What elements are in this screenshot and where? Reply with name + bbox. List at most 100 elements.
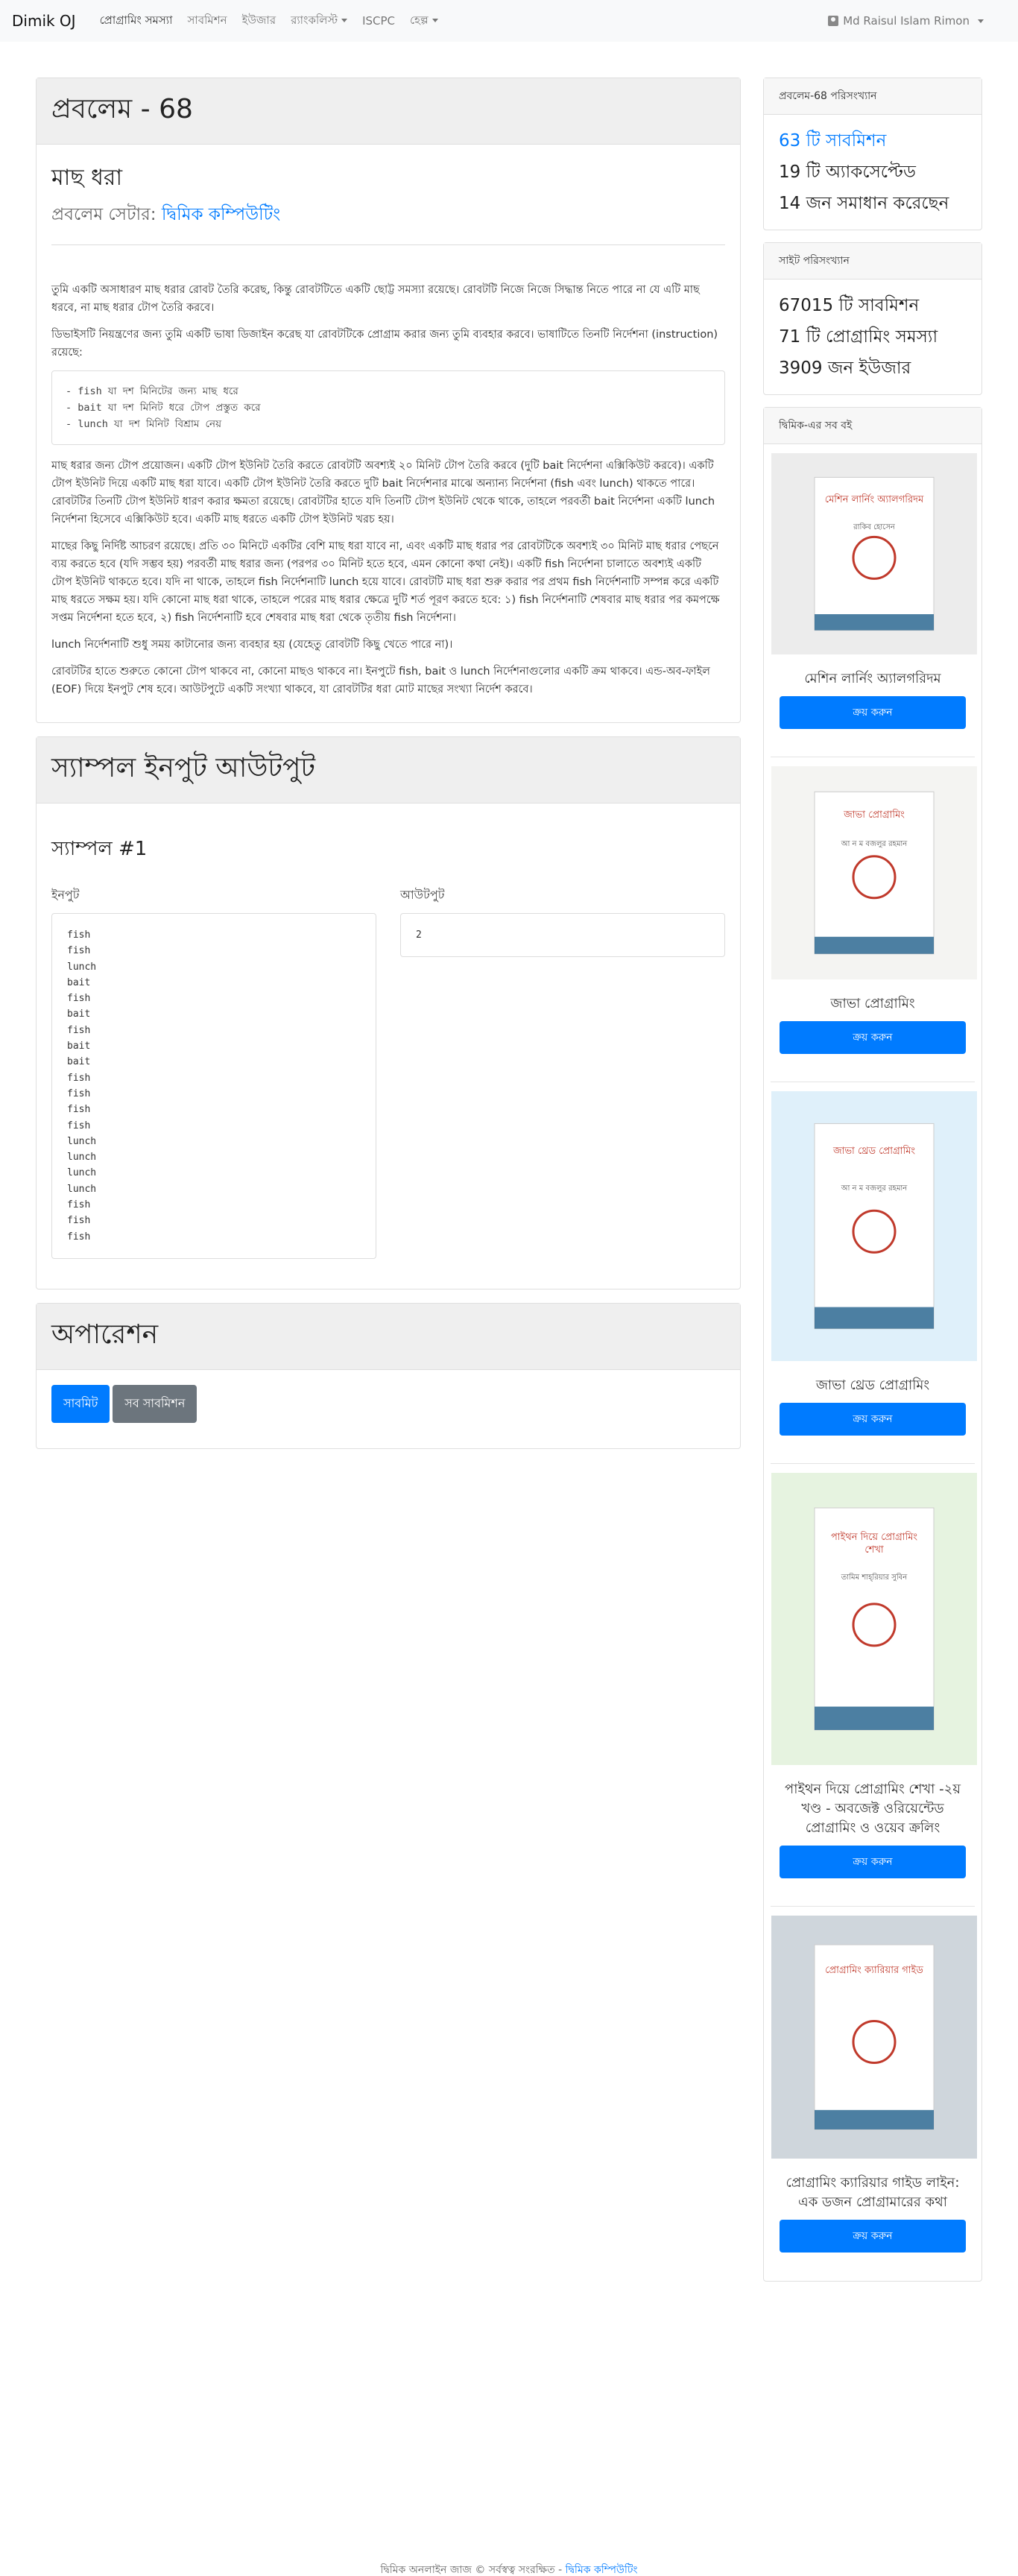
footer-link[interactable]: দ্বিমিক কম্পিউটিং xyxy=(566,2564,638,2576)
statement-paragraph: রোবটটির হাতে শুরুতে কোনো টোপ থাকবে না, ক… xyxy=(51,666,710,695)
input-line: fish xyxy=(67,1215,91,1227)
book-title: জাভা থ্রেড প্রোগ্রামিং xyxy=(815,1377,930,1393)
sample-output-box[interactable]: 2 xyxy=(400,913,725,958)
input-line: fish xyxy=(67,1231,91,1243)
sample-title: স্যাম্পল #1 xyxy=(51,838,148,860)
input-line: lunch xyxy=(67,1135,97,1147)
problem-card: প্রবলেম - 68 মাছ ধরা প্রবলেম সেটার: দ্বি… xyxy=(36,78,741,723)
samples-card: স্যাম্পল ইনপুট আউটপুট স্যাম্পল #1 ইনপুট … xyxy=(36,736,741,1289)
problem-header: প্রবলেম - 68 xyxy=(37,78,740,145)
book-item: প্রোগ্রামিং ক্যারিয়ার গাইড প্রোগ্রামিং ক… xyxy=(764,1907,981,2281)
stat-submissions-link[interactable]: 63 টি সাবমিশন xyxy=(779,125,967,157)
book-cover-title: প্রোগ্রামিং ক্যারিয়ার গাইড xyxy=(825,1965,923,1977)
input-line: fish xyxy=(67,1199,91,1211)
statement-paragraph: তুমি একটি অসাধারণ মাছ ধরার রোবট তৈরি করে… xyxy=(51,284,700,314)
nav-ranklist[interactable]: র‍্যাংকলিস্ট xyxy=(291,12,348,31)
book-divider xyxy=(771,1878,975,1907)
book-cover-title: পাইথন দিয়ে প্রোগ্রামিং শেখা xyxy=(830,1532,918,1556)
all-submissions-button[interactable]: সব সাবমিশন xyxy=(113,1384,197,1423)
problem-setter: প্রবলেম সেটার: দ্বিমিক কম্পিউটিং xyxy=(51,201,725,245)
book-divider xyxy=(771,1436,975,1464)
nav-iscpc[interactable]: ISCPC xyxy=(362,14,395,28)
book-cover-author: আ ন ম বজলুর রহমান xyxy=(841,1184,908,1193)
statement-paragraph: lunch নির্দেশনাটি শুধু সময় কাটানোর জন্য… xyxy=(51,639,453,651)
user-icon xyxy=(828,16,839,26)
buy-book-button[interactable]: ক্রয় করুন xyxy=(780,1021,966,1054)
stat-accepted: 19 টি অ্যাকসেপ্টেড xyxy=(779,162,916,182)
nav-users[interactable]: ইউজার xyxy=(242,12,276,31)
output-line: 2 xyxy=(416,929,422,941)
input-line: fish xyxy=(67,929,91,941)
site-stat-submissions: 67015 টি সাবমিশন xyxy=(779,296,920,315)
nav-submissions[interactable]: সাবমিশন xyxy=(188,12,227,31)
instruction-line: - fish যা দশ মিনিটের জন্য মাছ ধরে xyxy=(66,385,238,397)
stat-solved: 14 জন সমাধান করেছেন xyxy=(779,194,949,213)
buy-book-button[interactable]: ক্রয় করুন xyxy=(780,696,966,729)
footer: দ্বিমিক অনলাইন জাজ © সর্বস্বত্ব সংরক্ষিত… xyxy=(380,2564,638,2576)
book-title: মেশিন লার্নিং অ্যালগরিদম xyxy=(804,671,941,686)
statement-paragraph: ডিভাইসটি নিয়ন্ত্রণের জন্য তুমি একটি ভাষ… xyxy=(51,329,718,359)
input-line: lunch xyxy=(67,1183,97,1195)
book-title: পাইথন দিয়ে প্রোগ্রামিং শেখা -২য় খণ্ড -… xyxy=(785,1781,961,1836)
site-stat-problems: 71 টি প্রোগ্রামিং সমস্যা xyxy=(779,327,938,347)
site-stats-card: সাইট পরিসংখ্যান 67015 টি সাবমিশন 71 টি প… xyxy=(763,242,982,395)
input-line: fish xyxy=(67,1087,91,1099)
site-stat-users: 3909 জন ইউজার xyxy=(779,359,911,378)
instruction-line: - lunch যা দশ মিনিট বিশ্রাম নেয় xyxy=(66,418,222,430)
book-cover-image[interactable]: মেশিন লার্নিং অ্যালগরিদম রাকিব হোসেন xyxy=(771,453,977,654)
chevron-down-icon xyxy=(431,18,438,22)
output-label: আউটপুট xyxy=(400,888,445,902)
problem-title: মাছ ধরা xyxy=(51,165,123,191)
site-stats-header: সাইট পরিসংখ্যান xyxy=(764,243,981,280)
book-cover-image[interactable]: প্রোগ্রামিং ক্যারিয়ার গাইড xyxy=(771,1916,977,2159)
nav-help[interactable]: হেল্প xyxy=(410,12,438,31)
book-cover-title: মেশিন লার্নিং অ্যালগরিদম xyxy=(824,494,924,505)
buy-book-button[interactable]: ক্রয় করুন xyxy=(780,1403,966,1436)
chevron-down-icon xyxy=(341,18,348,22)
submit-button[interactable]: সাবমিট xyxy=(51,1384,110,1423)
nav-problems[interactable]: প্রোগ্রামিং সমস্যা xyxy=(100,12,173,31)
operations-header: অপারেশন xyxy=(37,1303,740,1370)
user-menu[interactable]: Md Raisul Islam Rimon xyxy=(828,14,984,28)
input-line: lunch xyxy=(67,1152,97,1164)
book-cover-image[interactable]: জাভা প্রোগ্রামিং আ ন ম বজলুর রহমান xyxy=(771,766,977,979)
problem-stats-header: প্রবলেম-68 পরিসংখ্যান xyxy=(764,78,981,115)
books-card: দ্বিমিক-এর সব বই মেশিন লার্নিং অ্যালগরিদ… xyxy=(763,407,982,2282)
book-title: জাভা প্রোগ্রামিং xyxy=(830,996,915,1011)
setter-link[interactable]: দ্বিমিক কম্পিউটিং xyxy=(162,205,280,224)
instruction-line: - bait যা দশ মিনিট ধরে টোপ প্রস্তুত করে xyxy=(66,402,261,414)
input-line: fish xyxy=(67,1104,91,1116)
input-line: bait xyxy=(67,1008,91,1020)
statement-paragraph: মাছের কিছু নির্দিষ্ট আচরণ রয়েছে। প্রতি … xyxy=(51,540,720,624)
book-cover-title: জাভা প্রোগ্রামিং xyxy=(844,809,905,821)
book-divider xyxy=(771,729,975,757)
book-list: মেশিন লার্নিং অ্যালগরিদম রাকিব হোসেন মেশিন… xyxy=(764,444,981,2281)
input-line: bait xyxy=(67,1056,91,1068)
chevron-down-icon xyxy=(978,19,984,23)
input-line: fish xyxy=(67,945,91,957)
buy-book-button[interactable]: ক্রয় করুন xyxy=(780,1846,966,1878)
sample-input-box[interactable]: fish fish lunch bait fish bait fish bait bait fis… xyxy=(51,913,376,1259)
book-divider xyxy=(771,2253,975,2281)
top-navbar: Dimik OJ প্রোগ্রামিং সমস্যা সাবমিশন ইউজা… xyxy=(0,0,1018,42)
book-item: জাভা থ্রেড প্রোগ্রামিং আ ন ম বজলুর রহমান জ… xyxy=(764,1082,981,1464)
statement-paragraph: মাছ ধরার জন্য টোপ প্রয়োজন। একটি টোপ ইউন… xyxy=(51,460,715,525)
input-line: lunch xyxy=(67,961,97,973)
input-line: fish xyxy=(67,1120,91,1131)
input-label: ইনপুট xyxy=(51,888,80,902)
problem-stats-card: প্রবলেম-68 পরিসংখ্যান 63 টি সাবমিশন 19 ট… xyxy=(763,78,982,230)
samples-header: স্যাম্পল ইনপুট আউটপুট xyxy=(37,737,740,804)
sidebar: প্রবলেম-68 পরিসংখ্যান 63 টি সাবমিশন 19 ট… xyxy=(763,78,982,2294)
book-cover-image[interactable]: পাইথন দিয়ে প্রোগ্রামিং শেখা তামিম শাহ্‌র… xyxy=(771,1473,977,1765)
buy-book-button[interactable]: ক্রয় করুন xyxy=(780,2220,966,2253)
operations-card: অপারেশন সাবমিট সব সাবমিশন xyxy=(36,1302,741,1449)
book-cover-image[interactable]: জাভা থ্রেড প্রোগ্রামিং আ ন ম বজলুর রহমান xyxy=(771,1091,977,1361)
book-item: পাইথন দিয়ে প্রোগ্রামিং শেখা তামিম শাহ্‌র… xyxy=(764,1464,981,1907)
input-line: bait xyxy=(67,976,91,988)
book-title: প্রোগ্রামিং ক্যারিয়ার গাইড লাইন: এক ডজন… xyxy=(785,2175,960,2210)
main-column: প্রবলেম - 68 মাছ ধরা প্রবলেম সেটার: দ্বি… xyxy=(36,78,741,1462)
brand-logo[interactable]: Dimik OJ xyxy=(12,12,76,30)
books-header: দ্বিমিক-এর সব বই xyxy=(764,408,981,444)
user-name: Md Raisul Islam Rimon xyxy=(843,14,970,28)
book-cover-title: জাভা থ্রেড প্রোগ্রামিং xyxy=(832,1146,916,1158)
